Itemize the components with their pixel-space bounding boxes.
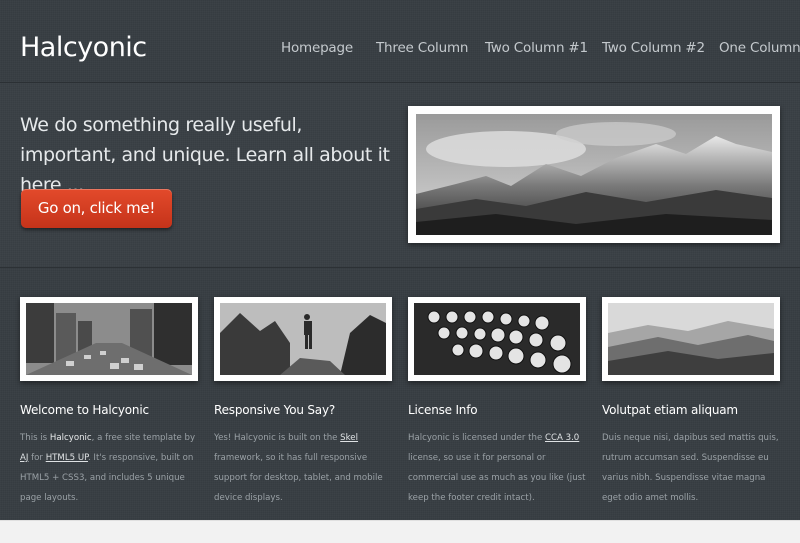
column-1-text-part: , a free site template by — [91, 433, 196, 443]
main-nav: Homepage Three Column Two Column #1 Two … — [0, 40, 800, 60]
column-2-text: Yes! Halcyonic is built on the Skel fram… — [214, 428, 396, 508]
column-4-text: Duis neque nisi, dapibus sed mattis quis… — [602, 428, 784, 508]
mountain-range-photo-icon — [416, 114, 772, 235]
license-link[interactable]: CCA 3.0 — [545, 433, 579, 443]
column-3-title: License Info — [408, 403, 478, 417]
column-4-title: Volutpat etiam aliquam — [602, 403, 738, 417]
column-3-text-part: Halcyonic is licensed under the — [408, 433, 545, 443]
hiker-mountains-photo-icon — [220, 303, 386, 375]
nav-item-homepage[interactable]: Homepage — [281, 40, 353, 56]
city-street-photo-icon — [26, 303, 192, 375]
column-1-text: This is Halcyonic, a free site template … — [20, 428, 202, 508]
brand-name: Halcyonic — [49, 433, 92, 443]
valley-hills-photo-icon — [608, 303, 774, 375]
html5up-link[interactable]: HTML5 UP — [46, 453, 88, 463]
cta-button[interactable]: Go on, click me! — [21, 189, 172, 228]
column-3-text-part: license, so use it for personal or comme… — [408, 453, 586, 503]
nav-item-two-column-1[interactable]: Two Column #1 — [485, 40, 588, 56]
column-2-text-part: Yes! Halcyonic is built on the — [214, 433, 341, 443]
footer-strip — [0, 520, 800, 543]
hero-image[interactable] — [408, 106, 780, 243]
column-1-image[interactable] — [20, 297, 198, 381]
nav-item-three-column[interactable]: Three Column — [376, 40, 468, 56]
banner-tagline: We do something really useful, important… — [20, 114, 390, 196]
column-1-text-part: This is — [20, 433, 50, 443]
nav-item-one-column[interactable]: One Column — [719, 40, 800, 56]
column-2-title: Responsive You Say? — [214, 403, 336, 417]
typewriter-keys-photo-icon — [414, 303, 580, 375]
column-2-image[interactable] — [214, 297, 392, 381]
column-4-text-part: Duis neque nisi, dapibus sed mattis quis… — [602, 433, 779, 503]
nav-item-two-column-2[interactable]: Two Column #2 — [602, 40, 705, 56]
column-3-image[interactable] — [408, 297, 586, 381]
column-1-text-part: for — [28, 453, 46, 463]
skel-link[interactable]: Skel — [340, 433, 358, 443]
column-1-title: Welcome to Halcyonic — [20, 403, 149, 417]
column-3-text: Halcyonic is licensed under the CCA 3.0 … — [408, 428, 590, 508]
column-4-image[interactable] — [602, 297, 780, 381]
column-2-text-part: framework, so it has full responsive sup… — [214, 453, 383, 503]
site-header: Halcyonic Homepage Three Column Two Colu… — [0, 0, 800, 83]
